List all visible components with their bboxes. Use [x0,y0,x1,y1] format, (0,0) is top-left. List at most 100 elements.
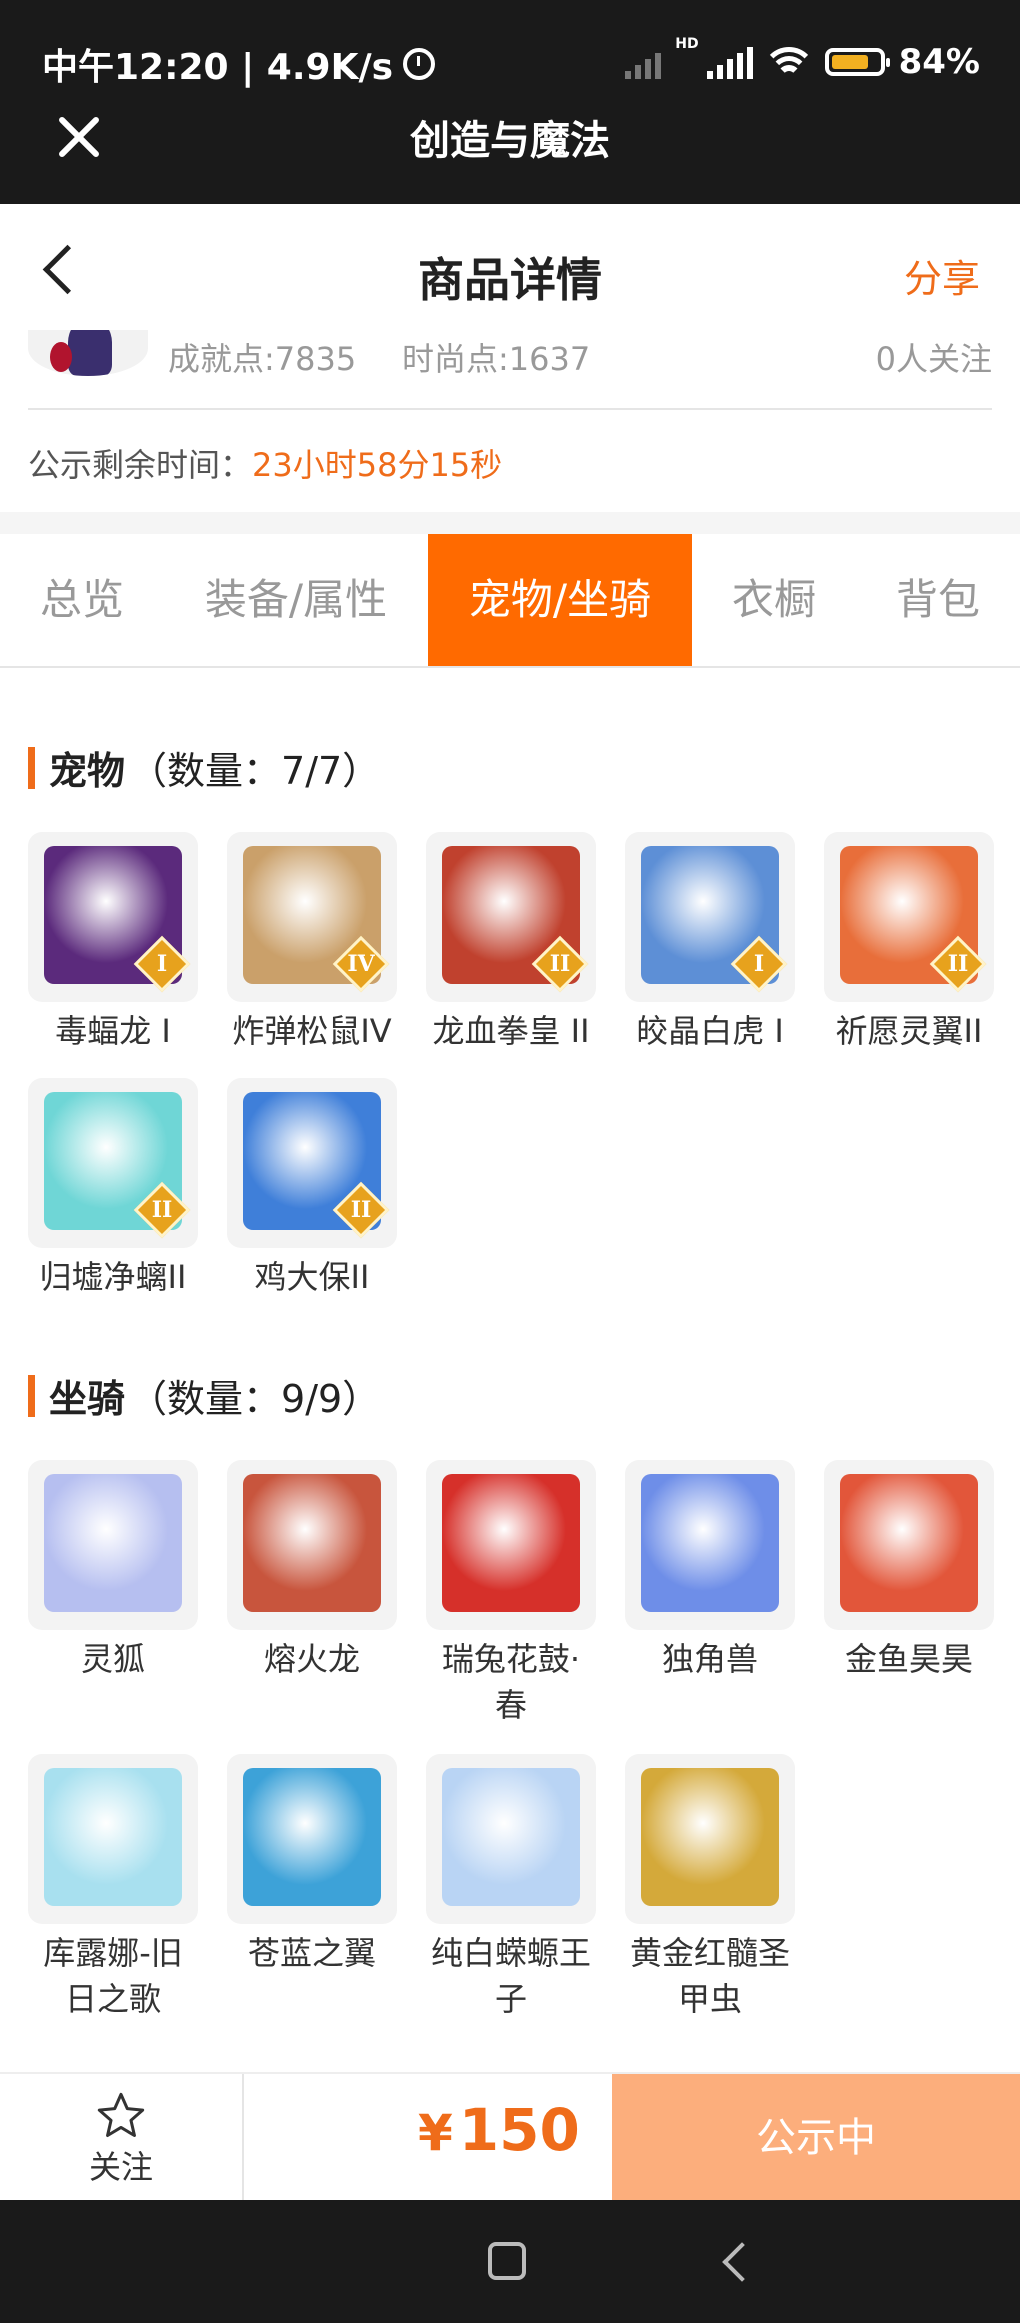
mounts-item[interactable]: 瑞兔花鼓·春 [426,1460,596,1728]
countdown-label: 公示剩余时间： [28,446,253,484]
mounts-name: 库露娜-旧日之歌 [43,1934,183,2018]
mounts-image [840,1474,978,1612]
mounts-thumbnail [625,1754,795,1924]
follower-count: 0人关注 [875,340,992,378]
system-back-icon[interactable] [722,2242,762,2282]
pets-item[interactable]: I 皎晶白虎 I [625,832,795,1054]
mounts-title: 坐骑 [49,1377,126,1421]
pets-name: 炸弹松鼠IV [232,1012,392,1050]
mounts-section-title: 坐骑 （数量：9/9） [28,1368,380,1423]
pets-item[interactable]: II 归墟净螭II [28,1078,198,1300]
alarm-icon [403,48,436,80]
mounts-item[interactable]: 纯白蝾螈王子 [426,1754,596,2022]
mounts-thumbnail [824,1460,994,1630]
pets-count: （数量：7/7） [129,749,381,793]
pets-thumbnail: II [426,832,596,1002]
mounts-name: 苍蓝之翼 [247,1934,376,1972]
pets-thumbnail: II [824,832,994,1002]
mounts-item[interactable]: 灵狐 [28,1460,198,1682]
status-indicators: HD 84% [625,36,980,82]
tier-badge-label: II [549,951,571,977]
mounts-name: 熔火龙 [263,1640,360,1678]
mounts-item[interactable]: 苍蓝之翼 [227,1754,397,1976]
mounts-image [641,1768,779,1906]
wifi-icon [766,47,811,77]
follow-label: 关注 [88,2148,153,2186]
mounts-item[interactable]: 独角兽 [625,1460,795,1682]
mounts-item[interactable]: 熔火龙 [227,1460,397,1682]
pets-item[interactable]: II 鸡大保II [227,1078,397,1300]
mounts-thumbnail [28,1754,198,1924]
tab-backpack[interactable]: 背包 [856,534,1020,666]
tier-badge-label: I [753,951,765,977]
pets-name: 祈愿灵翼II [835,1012,983,1050]
tab-equipment[interactable]: 装备/属性 [164,534,428,666]
mounts-image [442,1474,580,1612]
pets-item[interactable]: I 毒蝠龙 I [28,832,198,1054]
countdown-value: 23小时58分15秒 [252,446,503,484]
price: ¥150 [418,2096,580,2164]
section-marker [28,1374,35,1417]
status-time-text: 中午12:20 | 4.9K/s [42,47,394,88]
mounts-name: 灵狐 [80,1640,145,1678]
mounts-item[interactable]: 黄金红髓圣甲虫 [625,1754,795,2022]
countdown: 公示剩余时间：23小时58分15秒 [28,440,502,486]
pets-thumbnail: I [625,832,795,1002]
app-title: 创造与魔法 [410,118,610,164]
mounts-item[interactable]: 金鱼昊昊 [824,1460,994,1682]
seller-info: 成就点:7835 时尚点:1637 0人关注 [28,330,992,410]
pets-name: 归墟净螭II [39,1258,187,1296]
mounts-image [44,1474,182,1612]
share-button[interactable]: 分享 [904,248,980,303]
mounts-thumbnail [227,1754,397,1924]
tier-badge-label: II [151,1197,173,1223]
publicity-status-button[interactable]: 公示中 [612,2074,1020,2202]
tier-badge-label: II [350,1197,372,1223]
tab-bar: 总览 装备/属性 宠物/坐骑 衣橱 背包 [0,534,1020,668]
pets-thumbnail: IV [227,832,397,1002]
section-marker [28,746,35,789]
avatar [28,330,148,376]
pets-thumbnail: I [28,832,198,1002]
system-nav-bar [0,2200,1020,2323]
pets-thumbnail: II [227,1078,397,1248]
pets-section-title: 宠物 （数量：7/7） [28,740,380,795]
mounts-count: （数量：9/9） [129,1377,381,1421]
battery-percent: 84% [898,42,980,82]
mounts-name: 黄金红髓圣甲虫 [629,1934,790,2018]
mounts-thumbnail [625,1460,795,1630]
hd-label: HD [675,36,699,52]
pets-title: 宠物 [49,749,126,793]
pets-item[interactable]: IV 炸弹松鼠IV [227,832,397,1054]
signal-weak-icon [625,45,662,79]
mounts-name: 纯白蝾螈王子 [430,1934,591,2018]
mounts-image [243,1474,381,1612]
signal-icon [706,45,753,79]
fashion-points: 时尚点:1637 [402,340,591,378]
pets-name: 皎晶白虎 I [636,1012,784,1050]
pets-name: 龙血拳皇 II [432,1012,590,1050]
mounts-item[interactable]: 库露娜-旧日之歌 [28,1754,198,2022]
tab-wardrobe[interactable]: 衣橱 [692,534,856,666]
currency-symbol: ¥ [418,2104,453,2162]
mounts-thumbnail [426,1460,596,1630]
pets-item[interactable]: II 龙血拳皇 II [426,832,596,1054]
star-icon [97,2092,145,2138]
status-bar: 中午12:20 | 4.9K/s HD 84% 创造与魔法 [0,0,1020,204]
home-icon[interactable] [488,2242,526,2280]
page-title: 商品详情 [418,253,602,307]
nav-bar: 商品详情 分享 [0,204,1020,334]
tier-badge-label: I [156,951,168,977]
follow-button[interactable]: 关注 [0,2074,244,2202]
mounts-thumbnail [28,1460,198,1630]
tier-badge-label: IV [347,951,375,977]
tab-pets-mounts[interactable]: 宠物/坐骑 [428,534,692,666]
tier-badge-label: II [947,951,969,977]
mounts-image [243,1768,381,1906]
mounts-thumbnail [426,1754,596,1924]
pets-thumbnail: II [28,1078,198,1248]
divider-band [0,512,1020,534]
tab-overview[interactable]: 总览 [0,534,164,666]
mounts-thumbnail [227,1460,397,1630]
pets-item[interactable]: II 祈愿灵翼II [824,832,994,1054]
